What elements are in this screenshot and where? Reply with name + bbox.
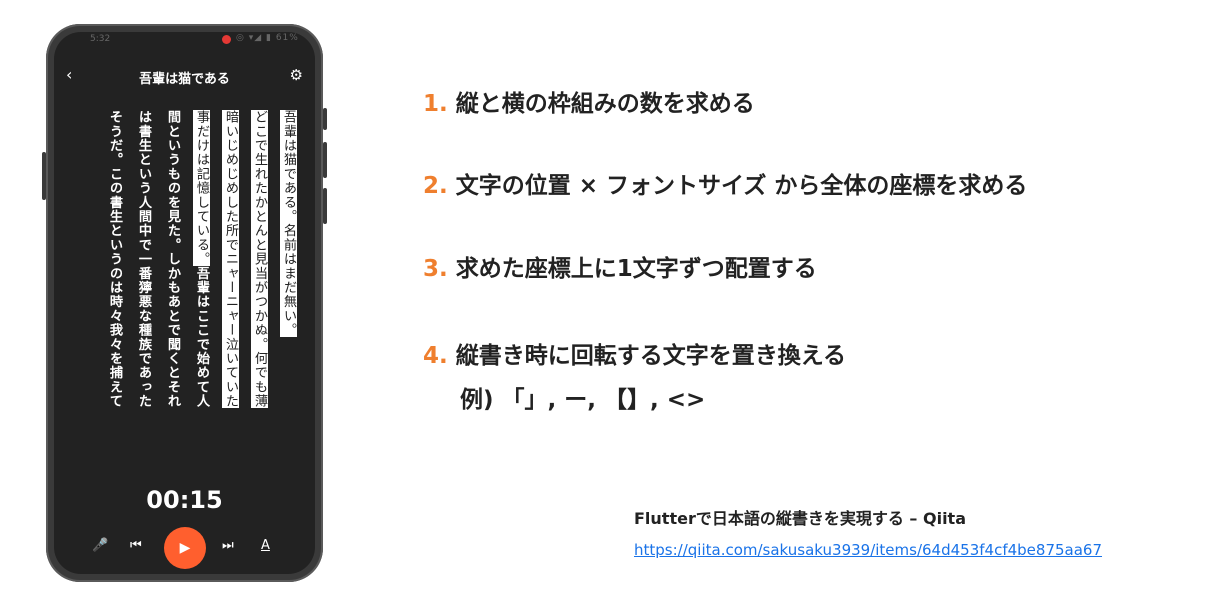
text-column: は書生という人間中で一番獰悪な種族であった [130, 110, 157, 490]
highlighted-text: 吾輩は猫である。名前はまだ無い。 [280, 110, 297, 338]
text-column: そうだ。この書生というのは時々我々を捕えて [101, 110, 128, 490]
playback-controls: 🎤 ⏮ ▶ ⏭ A [54, 527, 315, 569]
status-icons: ◎ ▾◢ ▮ 61% [236, 33, 299, 43]
phone-side-button [42, 152, 46, 200]
playback-timer: 00:15 [146, 486, 223, 514]
status-time: 5:32 [90, 34, 111, 44]
step-number: 4. [423, 343, 448, 369]
text-column: 暗いじめじめした所でニャーニャー泣いていた [217, 110, 244, 490]
next-track-icon[interactable]: ⏭ [222, 538, 234, 553]
phone-side-button [323, 142, 327, 178]
reference-link[interactable]: https://qiita.com/sakusaku3939/items/64d… [634, 541, 1102, 559]
step-number: 3. [423, 256, 448, 282]
text-column: どこで生れたかとんと見当がつかぬ。何でも薄 [246, 110, 273, 490]
highlighted-text: 事だけは記憶している。 [193, 110, 210, 267]
column-text: 間というものを見た。しかもあとで聞くとそれ [165, 110, 180, 409]
column-text: は書生という人間中で一番獰悪な種族であった [136, 110, 151, 409]
highlighted-text: 暗いじめじめした所でニャーニャー泣いていた [222, 110, 239, 409]
gear-icon[interactable]: ⚙ [290, 66, 303, 84]
phone-side-button [323, 108, 327, 130]
font-settings-icon[interactable]: A [261, 538, 270, 553]
previous-track-icon[interactable]: ⏮ [130, 538, 142, 553]
app-bar: ‹ 吾輩は猫である ⚙ [54, 62, 315, 90]
text-column: 間というものを見た。しかもあとで聞くとそれ [159, 110, 186, 490]
step-text: 求めた座標上に1文字ずつ配置する [455, 256, 817, 282]
step-text: 文字の位置 × フォントサイズ から全体の座標を求める [455, 173, 1028, 199]
step-item: 3. 求めた座標上に1文字ずつ配置する [423, 249, 817, 283]
vertical-text-area: 吾輩は猫である。名前はまだ無い。 どこで生れたかとんと見当がつかぬ。何でも薄 暗… [101, 110, 302, 490]
play-button[interactable]: ▶ [164, 527, 206, 569]
text-column: 吾輩は猫である。名前はまだ無い。 [275, 110, 302, 490]
column-text: 吾輩はここで始めて人 [194, 266, 209, 409]
highlighted-text: どこで生れたかとんと見当がつかぬ。何でも薄 [251, 110, 268, 409]
example-text: 例) 「」, ー, 【】, <> [460, 387, 706, 413]
step-number: 1. [423, 91, 448, 117]
step-text: 縦書き時に回転する文字を置き換える [455, 343, 847, 369]
phone-side-button [323, 188, 327, 224]
text-column: 事だけは記憶している。吾輩はここで始めて人 [188, 110, 215, 490]
app-title: 吾輩は猫である [139, 72, 230, 87]
step-item: 1. 縦と横の枠組みの数を求める [423, 84, 755, 118]
status-bar: 5:32 ◎ ▾◢ ▮ 61% [54, 32, 315, 48]
phone-mockup: 5:32 ◎ ▾◢ ▮ 61% ‹ 吾輩は猫である ⚙ 吾輩は猫である。名前はま… [42, 24, 327, 582]
column-text: そうだ。この書生というのは時々我々を捕えて [107, 110, 122, 409]
microphone-icon[interactable]: 🎤 [92, 538, 108, 553]
step-text: 縦と横の枠組みの数を求める [455, 91, 755, 117]
recording-indicator-icon [222, 35, 231, 44]
step-item: 2. 文字の位置 × フォントサイズ から全体の座標を求める [423, 166, 1027, 200]
play-icon: ▶ [179, 540, 191, 556]
step-number: 2. [423, 173, 448, 199]
phone-screen: 5:32 ◎ ▾◢ ▮ 61% ‹ 吾輩は猫である ⚙ 吾輩は猫である。名前はま… [54, 32, 315, 574]
step-item: 4. 縦書き時に回転する文字を置き換える [423, 336, 846, 370]
reference-title: Flutterで日本語の縦書きを実現する – Qiita [634, 509, 967, 528]
